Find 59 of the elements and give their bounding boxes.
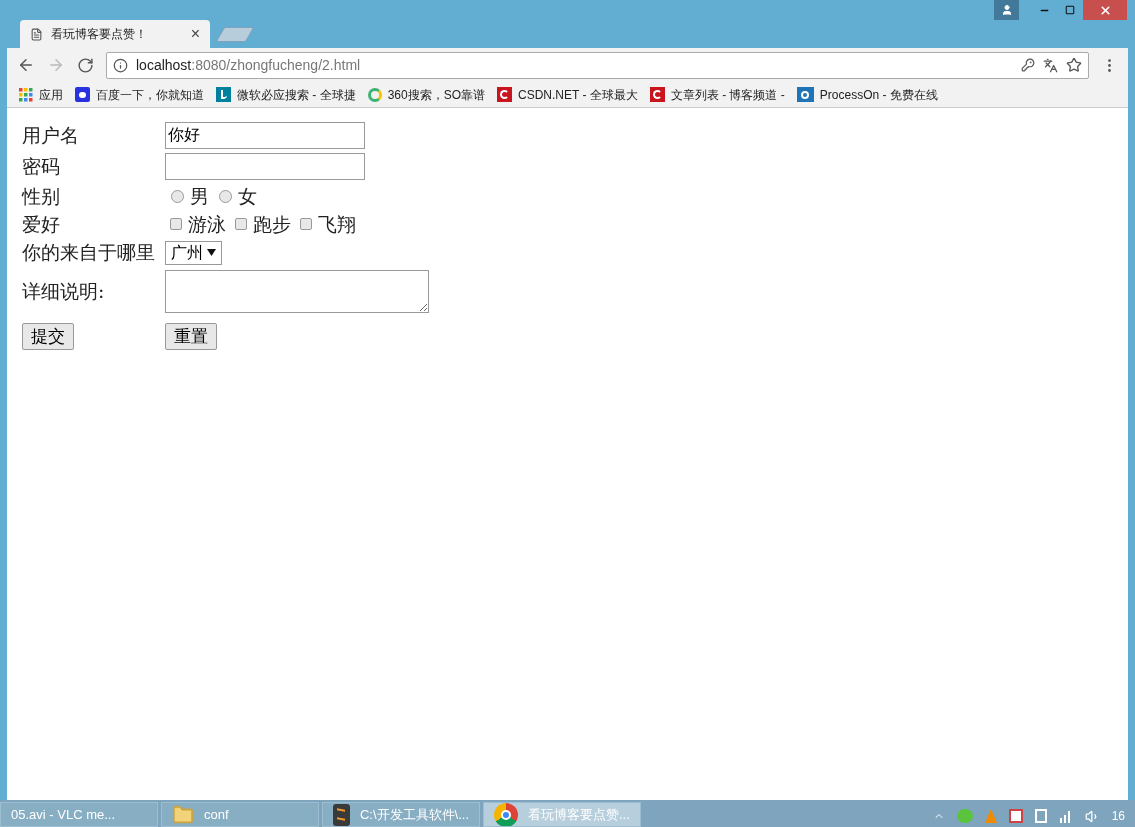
back-button[interactable]	[17, 56, 35, 74]
browser-tab[interactable]: 看玩博客要点赞！ ×	[20, 20, 210, 48]
form-button[interactable]: 提交	[22, 322, 74, 350]
bookmark-link[interactable]: 文章列表 - 博客频道 -	[670, 85, 785, 104]
reload-button[interactable]	[77, 56, 94, 74]
dropdown-value: 广州	[171, 241, 203, 264]
radio-button[interactable]	[171, 189, 184, 203]
info-icon	[113, 57, 128, 73]
field-label: 你的来自于哪里	[22, 240, 156, 266]
bookmark-link[interactable]: 360搜索，SO靠谱	[387, 85, 486, 104]
option-label: 男	[190, 183, 209, 209]
password-field[interactable]	[165, 152, 365, 180]
clock-text: 16	[1111, 808, 1125, 825]
signal-icon[interactable]	[1058, 809, 1073, 823]
on-logo-icon	[796, 87, 814, 102]
bookmark-link[interactable]: CSDN.NET - 全球最大	[518, 85, 638, 104]
apps-grid-icon	[19, 87, 33, 102]
caret-icon	[207, 249, 216, 256]
window-icon[interactable]	[1008, 809, 1023, 823]
field-label: 密码	[22, 153, 61, 179]
translate-icon[interactable]	[1043, 57, 1058, 73]
checkbox[interactable]	[235, 218, 247, 230]
field-label: 详细说明:	[22, 278, 106, 304]
field-label: 用户名	[22, 122, 80, 148]
option-label: 游泳	[188, 211, 226, 237]
option-label: 飞翔	[318, 211, 356, 237]
forward-button[interactable]	[47, 56, 65, 74]
bookmark-star-icon[interactable]	[1066, 57, 1082, 73]
bookmark-link[interactable]: ProcessOn - 免费在线	[819, 85, 938, 104]
close-icon	[1098, 3, 1112, 17]
key-icon[interactable]	[1021, 58, 1035, 72]
field-label: 爱好	[22, 211, 61, 237]
chrome-icon	[494, 803, 518, 826]
bookmark-link[interactable]: 百度一下，你就知道	[96, 85, 204, 104]
page-icon	[30, 27, 43, 41]
folder-icon	[172, 803, 194, 826]
close-tab-button[interactable]: ×	[190, 26, 200, 42]
address-bar[interactable]: localhost:8080/zhongfucheng/2.html	[106, 51, 1089, 79]
username-field[interactable]: 你好	[165, 121, 365, 149]
city-dropdown[interactable]: 广州	[165, 240, 222, 265]
checkbox[interactable]	[300, 218, 312, 230]
ring-icon	[367, 87, 382, 102]
c-logo-icon	[497, 87, 513, 102]
close-window-button[interactable]	[1083, 0, 1127, 20]
c-logo-icon	[649, 87, 665, 102]
checkbox[interactable]	[170, 218, 182, 230]
bookmark-link[interactable]: 微软必应搜索 - 全球捷	[237, 85, 356, 104]
form-button[interactable]: 重置	[165, 322, 217, 350]
maximize-icon	[1065, 5, 1075, 15]
radio-button[interactable]	[219, 189, 232, 203]
tab-title: 看玩博客要点赞！	[51, 26, 148, 43]
option-label: 跑步	[253, 211, 291, 237]
profile-button[interactable]	[994, 0, 1019, 20]
user-icon	[1000, 4, 1013, 16]
bookmark-link[interactable]: 应用	[39, 85, 63, 104]
url-text: localhost:8080/zhongfucheng/2.html	[136, 55, 362, 75]
option-label: 女	[238, 183, 257, 209]
field-label: 性别	[22, 183, 61, 209]
details-textarea[interactable]	[165, 269, 429, 313]
